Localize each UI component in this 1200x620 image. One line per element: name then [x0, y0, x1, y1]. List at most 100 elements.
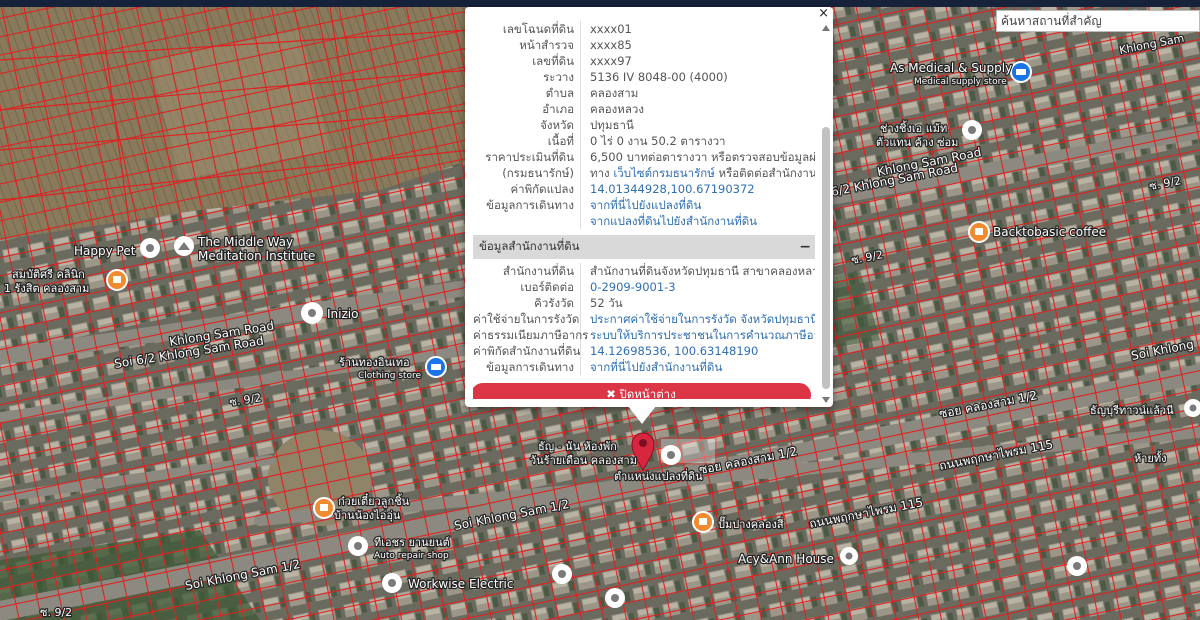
label-inizio: Inizio — [327, 307, 358, 321]
section-title: ข้อมูลสำนักงานที่ดิน — [479, 239, 580, 253]
close-popup-icon[interactable]: × — [818, 7, 829, 21]
info-row-directions: ข้อมูลการเดินทาง จากที่นี่ไปยังแปลงที่ดิน — [473, 197, 815, 213]
info-value: ทาง เว็บไซต์กรมธนารักษ์ หรือติดต่อสำนักง… — [581, 165, 815, 181]
info-row-survey-page: หน้าสำรวจ xxxx85 — [473, 37, 815, 53]
clothing-store-icon[interactable] — [425, 356, 447, 378]
info-row-area: เนื้อที่ 0 ไร่ 0 งาน 50.2 ตารางวา — [473, 133, 815, 149]
place-pin-icon[interactable] — [552, 564, 572, 584]
info-row-treasury: (กรมธนารักษ์) ทาง เว็บไซต์กรมธนารักษ์ หรื… — [473, 165, 815, 181]
info-value: คลองหลวง — [590, 102, 644, 116]
label-middle-way-2: Meditation Institute — [198, 249, 315, 263]
label-backtobasic: Backtobasic coffee — [993, 225, 1106, 239]
scroll-down-icon[interactable] — [822, 397, 830, 403]
lodging-icon[interactable] — [661, 445, 681, 465]
label-happy-pet: Happy Pet — [74, 244, 136, 258]
label-middle-way: The Middle Way — [197, 235, 293, 249]
label-acy-ann: Acy&Ann House — [738, 552, 834, 566]
office-coords-link[interactable]: 14.12698536, 100.63148190 — [581, 343, 758, 359]
top-bar — [0, 0, 1200, 7]
info-value: คลองสาม — [590, 86, 639, 100]
info-label: จังหวัด — [473, 117, 581, 133]
info-value: 0 ไร่ 0 งาน 50.2 ตารางวา — [590, 134, 726, 148]
place-pin-icon[interactable] — [840, 547, 858, 565]
close-window-button[interactable]: ✖ ปิดหน้าต่าง — [473, 383, 811, 399]
medical-store-icon[interactable] — [1010, 61, 1032, 83]
parcel-info-popup: × เลขโฉนดที่ดิน xxxx01 หน้าสำรวจ xxxx85 เล… — [465, 7, 833, 407]
scroll-up-icon[interactable] — [822, 25, 830, 31]
label-tanyu: ธัญ - นัน ห้องพัก — [538, 440, 617, 453]
cafe-icon[interactable] — [968, 221, 990, 243]
label-lukchin: ก๋วยเตี๋ยวลูกชิ้น — [338, 492, 410, 508]
info-row-deed-number: เลขโฉนดที่ดิน xxxx01 — [473, 21, 815, 37]
info-row-parcel-coords: ค่าพิกัดแปลง 14.01344928,100.67190372 — [473, 181, 815, 197]
treasury-website-link[interactable]: เว็บไซต์กรมธนารักษ์ — [613, 166, 715, 180]
info-row-directions-2: จากแปลงที่ดินไปยังสำนักงานที่ดิน — [473, 213, 815, 229]
survey-fee-link[interactable]: ประกาศค่าใช้จ่ายในการรังวัด จังหวัดปทุมธ… — [581, 311, 815, 327]
label-workwise: Workwise Electric — [408, 577, 513, 591]
popup-content: เลขโฉนดที่ดิน xxxx01 หน้าสำรวจ xxxx85 เลขท… — [473, 21, 815, 399]
info-label: ค่าพิกัดแปลง — [473, 181, 581, 197]
auto-repair-icon[interactable] — [348, 536, 368, 556]
label-as-medical-sub: Medical supply store — [914, 77, 1007, 87]
info-value: ปทุมธานี — [590, 118, 634, 132]
office-row-queue: คิวรังวัด 52 วัน — [473, 295, 815, 311]
info-row-land-number: เลขที่ดิน xxxx97 — [473, 53, 815, 69]
info-text: ทาง — [590, 166, 610, 180]
landmark-search-input[interactable] — [996, 10, 1200, 32]
label-clothing: ร้านทองอินเทอ — [339, 356, 410, 369]
tax-calc-link[interactable]: ระบบให้บริการประชาชนในการคำนวณภาษีอากร — [581, 327, 815, 343]
label-tr-service: ทีเอชร ยานยนต์ — [374, 536, 450, 549]
info-label: เนื้อที่ — [473, 133, 581, 149]
label-tr-service-sub: Auto repair shop — [374, 551, 449, 561]
office-phone-link[interactable]: 0-2909-9001-3 — [581, 279, 676, 295]
directions-to-office-link[interactable]: จากที่นี่ไปยังสำนักงานที่ดิน — [581, 359, 722, 375]
info-label: ระวาง — [473, 69, 581, 85]
land-office-rows: สำนักงานที่ดิน สำนักงานที่ดินจังหวัดปทุมธ… — [473, 263, 815, 375]
info-label: ค่าพิกัดสำนักงานที่ดิน — [473, 343, 581, 359]
label-chang-ying: ช่างชิ้งเอ แม้ท — [880, 120, 947, 135]
restaurant-icon[interactable] — [313, 497, 335, 519]
place-pin-icon[interactable] — [382, 573, 402, 593]
popup-pointer — [628, 406, 656, 424]
label-sompong: สมบัติศรี คลินิก — [12, 268, 85, 281]
label-tanyu-right: ธัญบุรีทาวน์แล้วนี — [1090, 404, 1174, 417]
info-value: 52 วัน — [590, 296, 623, 310]
collapse-icon[interactable]: − — [799, 239, 811, 255]
popup-scrollbar[interactable] — [821, 21, 831, 405]
info-label: เลขที่ดิน — [473, 53, 581, 69]
gas-station-icon[interactable] — [692, 511, 714, 533]
place-pin-icon[interactable] — [962, 120, 982, 140]
scroll-thumb[interactable] — [822, 127, 830, 389]
info-row-district: อำเภอ คลองหลวง — [473, 101, 815, 117]
info-value: 5136 IV 8048-00 (4000) — [590, 70, 728, 84]
info-row-map-sheet: ระวาง 5136 IV 8048-00 (4000) — [473, 69, 815, 85]
info-row-province: จังหวัด ปทุมธานี — [473, 117, 815, 133]
parcel-info-rows: เลขโฉนดที่ดิน xxxx01 หน้าสำรวจ xxxx85 เลขท… — [473, 21, 815, 229]
meditation-icon[interactable] — [174, 236, 194, 256]
label-chang-ying-2: ตัวแทน ค้าง ซ่อม — [876, 136, 958, 149]
office-row-survey-fee: ค่าใช้จ่ายในการรังวัด ประกาศค่าใช้จ่ายในก… — [473, 311, 815, 327]
directions-parcel-to-office-link[interactable]: จากแปลงที่ดินไปยังสำนักงานที่ดิน — [581, 213, 757, 229]
info-value: xxxx01 — [590, 22, 632, 36]
info-label: ข้อมูลการเดินทาง — [473, 359, 581, 375]
info-label: หน้าสำรวจ — [473, 37, 581, 53]
info-value: สำนักงานที่ดินจังหวัดปทุมธานี สาขาคลองหล… — [590, 264, 815, 278]
clinic-icon[interactable] — [106, 269, 128, 291]
pet-store-icon[interactable] — [140, 238, 160, 258]
directions-to-parcel-link[interactable]: จากที่นี่ไปยังแปลงที่ดิน — [581, 197, 701, 213]
label-pakorn: ห้ายทั้ง — [1134, 450, 1167, 465]
place-pin-icon[interactable] — [605, 588, 625, 608]
label-sompong-2: 1 รังสิต คลองสาม — [4, 282, 89, 295]
land-office-section-header[interactable]: ข้อมูลสำนักงานที่ดิน − — [473, 235, 815, 259]
info-label: ราคาประเมินที่ดิน — [473, 149, 581, 165]
info-label: คิวรังวัด — [473, 295, 581, 311]
place-pin-icon[interactable] — [1067, 556, 1087, 576]
label-so-92-bl: ซ. 9/2 — [40, 606, 72, 619]
parcel-coords-link[interactable]: 14.01344928,100.67190372 — [581, 181, 755, 197]
label-clothing-sub: Clothing store — [358, 371, 422, 381]
info-label: เลขโฉนดที่ดิน — [473, 21, 581, 37]
office-row-directions: ข้อมูลการเดินทาง จากที่นี่ไปยังสำนักงานที… — [473, 359, 815, 375]
place-pin-icon[interactable] — [301, 302, 323, 324]
info-label — [473, 213, 581, 229]
office-row-coords: ค่าพิกัดสำนักงานที่ดิน 14.12698536, 100.6… — [473, 343, 815, 359]
